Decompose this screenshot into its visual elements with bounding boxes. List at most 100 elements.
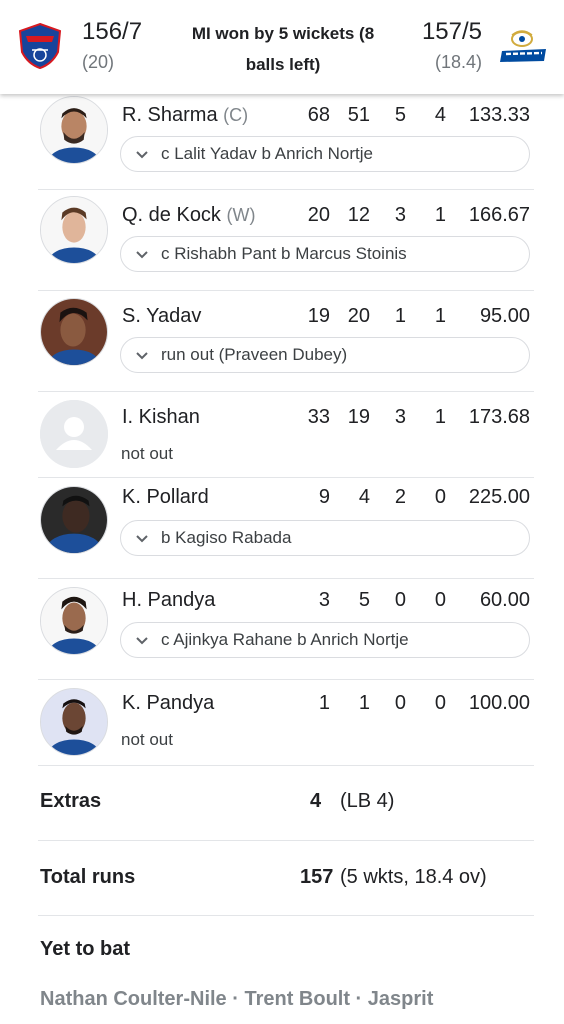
batter-row: K. Pollard 9 4 2 0 225.00 b Kagiso Rabad… <box>0 478 564 579</box>
sixes: 0 <box>434 486 446 508</box>
dismissal-chip[interactable]: run out (Praveen Dubey) <box>120 337 530 373</box>
yet-to-bat-players: Nathan Coulter-Nile · Trent Boult · Jasp… <box>40 988 434 1010</box>
team1-score: 156/7 <box>82 18 143 45</box>
strike-rate: 95.00 <box>479 305 530 327</box>
default-person-icon <box>40 400 108 468</box>
runs: 1 <box>318 692 330 714</box>
chevron-down-icon <box>136 251 148 259</box>
chevron-down-icon <box>136 352 148 360</box>
sixes: 4 <box>434 104 446 126</box>
player-avatar <box>40 486 108 554</box>
dismissal-text: c Lalit Yadav b Anrich Nortje <box>161 144 373 163</box>
strike-rate: 225.00 <box>468 486 530 508</box>
player-avatar <box>40 587 108 655</box>
sixes: 0 <box>434 589 446 611</box>
player-photo-icon <box>41 588 107 654</box>
dismissal-text: b Kagiso Rabada <box>161 528 292 547</box>
mumbai-indians-logo[interactable] <box>498 28 550 64</box>
batter-row: Q. de Kock (W) 20 12 3 1 166.67 c Rishab… <box>0 190 564 291</box>
sixes: 1 <box>434 406 446 428</box>
fours: 3 <box>394 204 406 226</box>
player-name-text: S. Yadav <box>122 305 202 327</box>
team1-overs: (20) <box>82 52 115 72</box>
total-label: Total runs <box>40 866 136 888</box>
not-out-label: not out <box>121 444 173 463</box>
team2-overs: (18.4) <box>434 52 482 72</box>
strike-rate: 100.00 <box>468 692 530 714</box>
dismissal-text: c Ajinkya Rahane b Anrich Nortje <box>161 630 409 649</box>
player-name[interactable]: K. Pandya <box>122 692 214 715</box>
player-photo-icon <box>41 689 107 755</box>
extras-row: Extras 4 (LB 4) <box>0 772 564 840</box>
dismissal-chip[interactable]: c Ajinkya Rahane b Anrich Nortje <box>120 622 530 658</box>
extras-label: Extras <box>40 790 102 812</box>
balls: 1 <box>358 692 370 714</box>
batter-row: S. Yadav 19 20 1 1 95.00 run out (Pravee… <box>0 291 564 392</box>
dismissal-chip[interactable]: b Kagiso Rabada <box>120 520 530 556</box>
player-name-text: K. Pandya <box>122 692 215 714</box>
runs: 3 <box>318 589 330 611</box>
dismissal-chip[interactable]: c Lalit Yadav b Anrich Nortje <box>120 136 530 172</box>
player-name[interactable]: I. Kishan <box>122 406 200 429</box>
total-value: 157 <box>300 866 334 888</box>
chevron-down-icon <box>136 535 148 543</box>
sixes: 0 <box>434 692 446 714</box>
balls: 12 <box>347 204 370 226</box>
batter-row: I. Kishan 33 19 3 1 173.68 not out <box>0 392 564 478</box>
balls: 19 <box>347 406 370 428</box>
chevron-down-icon <box>136 637 148 645</box>
team2-score: 157/5 <box>421 18 482 45</box>
player-avatar <box>40 688 108 756</box>
match-result-line2: balls left) <box>245 55 321 74</box>
strike-rate: 60.00 <box>479 589 530 611</box>
runs: 33 <box>307 406 330 428</box>
player-photo-icon <box>41 97 107 163</box>
fours: 1 <box>394 305 406 327</box>
total-detail: (5 wkts, 18.4 ov) <box>340 866 487 888</box>
player-name[interactable]: S. Yadav <box>122 305 201 328</box>
runs: 9 <box>318 486 330 508</box>
player-photo-icon <box>41 197 107 263</box>
fours: 2 <box>394 486 406 508</box>
runs: 19 <box>307 305 330 327</box>
batter-row: K. Pandya 1 1 0 0 100.00 not out <box>0 680 564 766</box>
player-name-text: H. Pandya <box>122 589 216 611</box>
extras-value: 4 <box>310 790 322 812</box>
not-out-label: not out <box>121 730 173 749</box>
batter-row: H. Pandya 3 5 0 0 60.00 c Ajinkya Rahane… <box>0 579 564 680</box>
sixes: 1 <box>434 204 446 226</box>
strike-rate: 173.68 <box>468 406 530 428</box>
player-name-text: K. Pollard <box>122 486 209 508</box>
balls: 5 <box>358 589 370 611</box>
player-role: (W) <box>226 205 256 225</box>
delhi-capitals-logo[interactable] <box>16 22 64 70</box>
batter-row: R. Sharma (C) 68 51 5 4 133.33 c Lalit Y… <box>0 94 564 190</box>
strike-rate: 166.67 <box>468 204 530 226</box>
player-name-text: R. Sharma <box>122 104 218 126</box>
player-avatar <box>40 400 108 468</box>
row-divider <box>38 915 534 916</box>
dismissal-text: c Rishabh Pant b Marcus Stoinis <box>161 244 407 263</box>
runs: 68 <box>307 104 330 126</box>
player-name[interactable]: Q. de Kock (W) <box>122 204 255 227</box>
dismissal-text: run out (Praveen Dubey) <box>161 345 348 364</box>
dc-shield-icon <box>18 22 62 70</box>
strike-rate: 133.33 <box>468 104 530 126</box>
player-name-text: I. Kishan <box>122 406 200 428</box>
yet-to-bat-label: Yet to bat <box>40 938 131 960</box>
player-name[interactable]: R. Sharma (C) <box>122 104 248 127</box>
player-role: (C) <box>223 105 249 125</box>
extras-detail: (LB 4) <box>340 790 395 812</box>
player-avatar <box>40 96 108 164</box>
sixes: 1 <box>434 305 446 327</box>
player-avatar <box>40 196 108 264</box>
mi-logo-icon <box>500 30 546 62</box>
chevron-down-icon <box>136 151 148 159</box>
balls: 4 <box>358 486 370 508</box>
fours: 0 <box>394 589 406 611</box>
player-name[interactable]: H. Pandya <box>122 589 215 612</box>
fours: 0 <box>394 692 406 714</box>
player-name[interactable]: K. Pollard <box>122 486 209 509</box>
balls: 51 <box>347 104 370 126</box>
dismissal-chip[interactable]: c Rishabh Pant b Marcus Stoinis <box>120 236 530 272</box>
